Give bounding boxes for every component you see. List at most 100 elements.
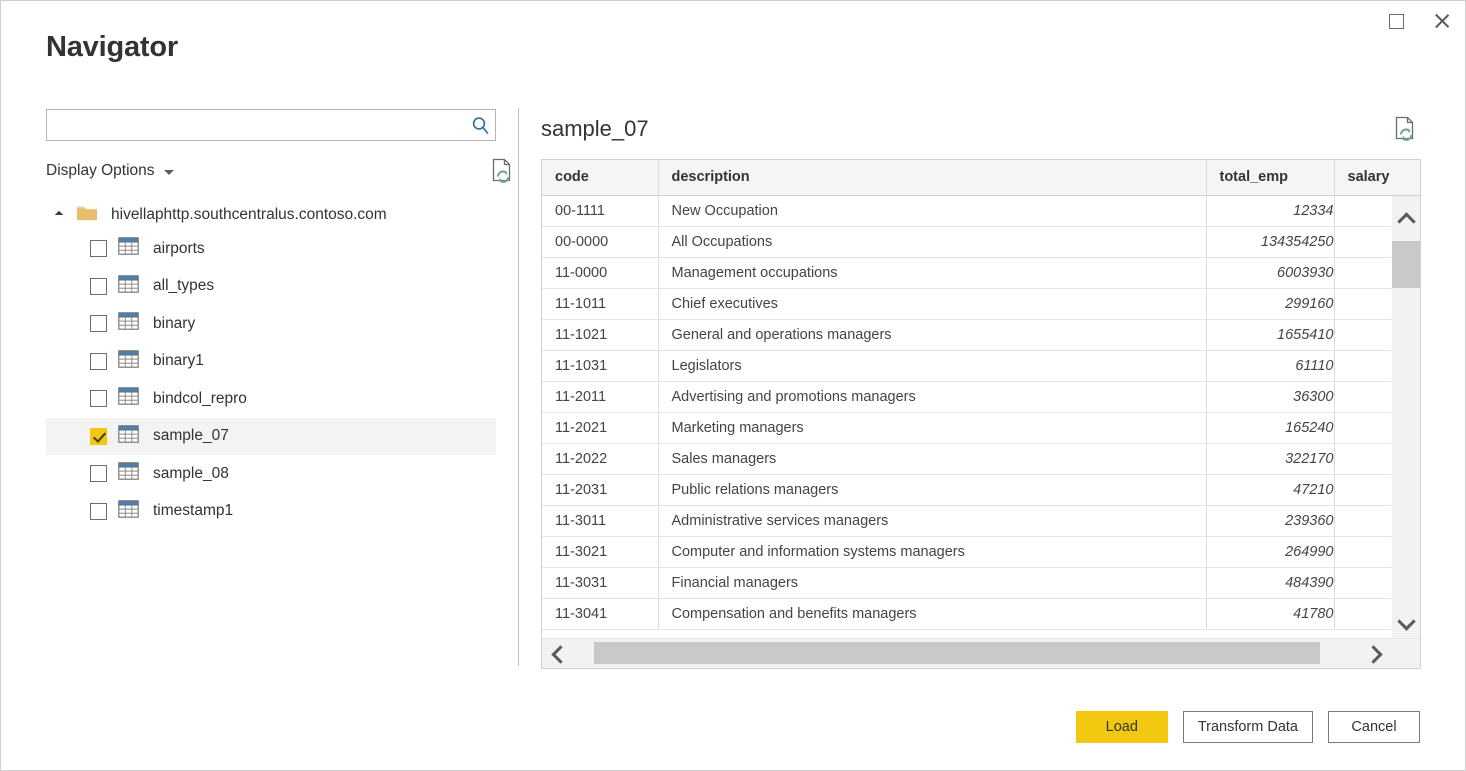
tree-root-label: hivellaphttp.southcentralus.contoso.com [111,206,387,224]
load-button[interactable]: Load [1076,711,1168,743]
tree-item-airports[interactable]: airports [46,230,496,268]
tree-item-sample-08[interactable]: sample_08 [46,455,496,493]
restore-button[interactable] [1373,1,1419,41]
preview-pane: sample_07 code description [541,109,1421,669]
cell-code: 11-0000 [542,257,658,288]
search-box[interactable] [46,109,496,141]
table-icon [118,425,139,448]
scroll-left-button[interactable] [542,639,574,669]
table-icon [118,275,139,298]
tree-item-all-types[interactable]: all_types [46,268,496,306]
table-icon [118,237,139,260]
cell-description: Chief executives [658,288,1206,319]
expander-icon[interactable] [56,200,76,230]
chevron-down-icon [164,170,174,175]
table-row[interactable]: 11-0000Management occupations60039309 [542,257,1421,288]
cell-total-emp: 484390 [1206,567,1334,598]
left-pane: Display Options [46,109,498,659]
restore-icon [1389,14,1404,29]
tree-item-binary[interactable]: binary [46,305,496,343]
table-row[interactable]: 11-1011Chief executives29916015 [542,288,1421,319]
table-row[interactable]: 11-3031Financial managers48439010 [542,567,1421,598]
cell-description: Public relations managers [658,474,1206,505]
tree-item-label: bindcol_repro [153,390,247,408]
table-row[interactable]: 11-2031Public relations managers472109 [542,474,1421,505]
dialog-footer: Load Transform Data Cancel [1076,711,1420,743]
checkbox-all-types[interactable] [90,278,107,295]
preview-title: sample_07 [541,116,649,142]
triangle-expanded-icon [55,211,63,219]
column-header-total-emp[interactable]: total_emp [1206,160,1334,195]
navigation-tree: hivellaphttp.southcentralus.contoso.com … [46,200,496,530]
column-header-description[interactable]: description [658,160,1206,195]
cell-code: 11-2022 [542,443,658,474]
chevron-up-icon [1397,212,1415,230]
refresh-document-icon[interactable] [491,158,514,188]
cell-total-emp: 1655410 [1206,319,1334,350]
table-row[interactable]: 11-2011Advertising and promotions manage… [542,381,1421,412]
table-row[interactable]: 11-3021Computer and information systems … [542,536,1421,567]
checkbox-sample-07[interactable] [90,428,107,445]
cell-description: All Occupations [658,226,1206,257]
column-header-salary[interactable]: salary [1334,160,1421,195]
table-row[interactable]: 11-1021General and operations managers16… [542,319,1421,350]
checkbox-binary[interactable] [90,315,107,332]
refresh-document-icon[interactable] [1394,116,1417,146]
chevron-down-icon [1397,612,1415,630]
tree-root-node[interactable]: hivellaphttp.southcentralus.contoso.com [46,200,496,230]
cell-total-emp: 41780 [1206,598,1334,629]
cell-description: Sales managers [658,443,1206,474]
table-row[interactable]: 11-1031Legislators611103 [542,350,1421,381]
table-row[interactable]: 11-3041Compensation and benefits manager… [542,598,1421,629]
cell-code: 11-2011 [542,381,658,412]
checkbox-airports[interactable] [90,240,107,257]
table-icon [118,312,139,335]
cell-code: 00-0000 [542,226,658,257]
horizontal-scroll-thumb[interactable] [594,642,1320,664]
table-row[interactable]: 11-2022Sales managers32217010 [542,443,1421,474]
cell-total-emp: 61110 [1206,350,1334,381]
table-row[interactable]: 11-3011Administrative services managers2… [542,505,1421,536]
cell-description: Advertising and promotions managers [658,381,1206,412]
tree-item-sample-07[interactable]: sample_07 [46,418,496,456]
tree-item-timestamp1[interactable]: timestamp1 [46,493,496,531]
cell-description: Legislators [658,350,1206,381]
cell-code: 11-2021 [542,412,658,443]
window-controls [1373,1,1465,41]
table-row[interactable]: 00-1111New Occupation12334 [542,195,1421,226]
display-options-dropdown[interactable]: Display Options [46,162,174,180]
search-input[interactable] [47,110,465,140]
scroll-down-button[interactable] [1392,609,1421,638]
close-icon [1433,12,1451,30]
display-options-label: Display Options [46,162,155,180]
checkbox-bindcol-repro[interactable] [90,390,107,407]
search-icon[interactable] [465,110,495,140]
cell-code: 11-3011 [542,505,658,536]
table-icon [118,387,139,410]
tree-item-bindcol-repro[interactable]: bindcol_repro [46,380,496,418]
cell-description: Computer and information systems manager… [658,536,1206,567]
checkbox-timestamp1[interactable] [90,503,107,520]
vertical-scroll-thumb[interactable] [1392,241,1421,288]
scroll-up-button[interactable] [1392,204,1421,233]
tree-item-binary1[interactable]: binary1 [46,343,496,381]
scroll-right-button[interactable] [1360,639,1392,669]
horizontal-scrollbar[interactable] [542,638,1420,668]
cancel-button[interactable]: Cancel [1328,711,1420,743]
table-icon [118,500,139,523]
table-row[interactable]: 00-0000All Occupations1343542504 [542,226,1421,257]
checkbox-sample-08[interactable] [90,465,107,482]
cell-description: General and operations managers [658,319,1206,350]
table-row[interactable]: 11-2021Marketing managers16524011 [542,412,1421,443]
transform-data-button[interactable]: Transform Data [1183,711,1313,743]
display-options-row: Display Options [46,158,496,184]
cell-total-emp: 6003930 [1206,257,1334,288]
tree-item-label: binary [153,315,195,333]
close-button[interactable] [1419,1,1465,41]
cell-description: Compensation and benefits managers [658,598,1206,629]
checkbox-binary1[interactable] [90,353,107,370]
table-body: 00-1111New Occupation1233400-0000All Occ… [542,195,1421,629]
table-header-row: code description total_emp salary [542,160,1421,195]
column-header-code[interactable]: code [542,160,658,195]
vertical-scrollbar[interactable] [1391,196,1420,638]
